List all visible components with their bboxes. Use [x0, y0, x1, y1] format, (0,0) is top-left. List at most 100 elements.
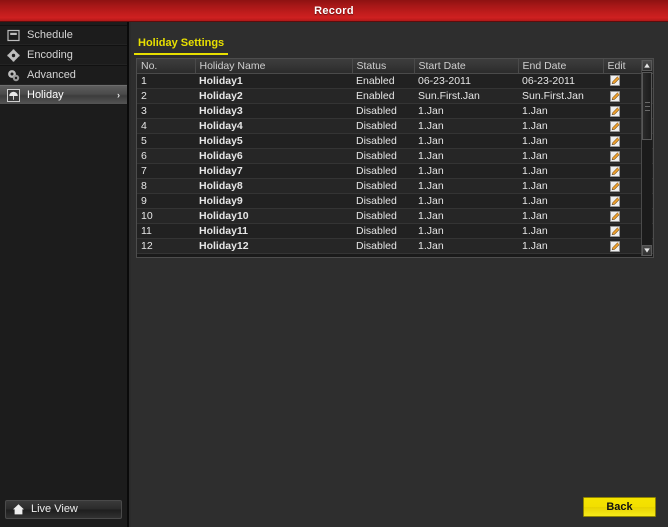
back-button[interactable]: Back [583, 497, 656, 517]
chevron-right-icon: › [117, 90, 120, 100]
sidebar-item-schedule[interactable]: Schedule [0, 25, 127, 45]
sidebar-item-label: Advanced [27, 68, 76, 81]
cell-holiday-name: Holiday11 [195, 223, 352, 239]
sidebar-item-advanced[interactable]: Advanced [0, 65, 127, 85]
umbrella-icon [6, 88, 20, 102]
cell-no: 6 [137, 148, 195, 164]
table-header-area: No. Holiday Name Status Start Date End D… [137, 59, 653, 74]
cell-end-date: 1.Jan [518, 163, 603, 179]
cell-status: Enabled [352, 73, 414, 89]
tab-bar: Holiday Settings [134, 37, 229, 55]
cell-status: Disabled [352, 133, 414, 149]
window-title: Record [314, 4, 354, 17]
cell-end-date: 1.Jan [518, 208, 603, 224]
table-body-table: 1 Holiday1 Enabled 06-23-2011 06-23-2011 2 Hol… [137, 73, 653, 254]
table-row[interactable]: 12 Holiday12 Disabled 1.Jan 1.Jan [137, 238, 653, 254]
cell-no: 1 [137, 73, 195, 89]
column-header-no[interactable]: No. [137, 59, 196, 74]
cell-status: Disabled [352, 103, 414, 119]
gears-icon [6, 68, 20, 82]
table-row[interactable]: 9 Holiday9 Disabled 1.Jan 1.Jan [137, 193, 653, 209]
holiday-table: No. Holiday Name Status Start Date End D… [136, 58, 654, 258]
table-row[interactable]: 3 Holiday3 Disabled 1.Jan 1.Jan [137, 103, 653, 119]
table-row[interactable]: 1 Holiday1 Enabled 06-23-2011 06-23-2011 [137, 73, 653, 89]
scroll-up-button[interactable] [642, 60, 652, 71]
cell-start-date: 1.Jan [414, 223, 518, 239]
cell-no: 3 [137, 103, 195, 119]
cell-status: Disabled [352, 238, 414, 254]
cell-holiday-name: Holiday4 [195, 118, 352, 134]
cell-end-date: 1.Jan [518, 223, 603, 239]
cell-end-date: 1.Jan [518, 118, 603, 134]
live-view-label: Live View [31, 503, 78, 515]
cell-start-date: 1.Jan [414, 238, 518, 254]
table-row[interactable]: 6 Holiday6 Disabled 1.Jan 1.Jan [137, 148, 653, 164]
table-row[interactable]: 11 Holiday11 Disabled 1.Jan 1.Jan [137, 223, 653, 239]
cell-start-date: 1.Jan [414, 148, 518, 164]
cell-no: 9 [137, 193, 195, 209]
window-title-bar: Record [0, 0, 668, 22]
cell-start-date: 1.Jan [414, 163, 518, 179]
cell-status: Disabled [352, 223, 414, 239]
cell-end-date: 1.Jan [518, 238, 603, 254]
column-header-start[interactable]: Start Date [414, 59, 519, 74]
cell-start-date: Sun.First.Jan [414, 88, 518, 104]
column-header-status[interactable]: Status [352, 59, 415, 74]
cell-holiday-name: Holiday7 [195, 163, 352, 179]
caret-up-icon [644, 63, 650, 68]
home-icon [11, 503, 25, 517]
cell-holiday-name: Holiday9 [195, 193, 352, 209]
cell-start-date: 1.Jan [414, 118, 518, 134]
cell-no: 12 [137, 238, 195, 254]
column-header-end[interactable]: End Date [518, 59, 604, 74]
cell-no: 8 [137, 178, 195, 194]
sidebar-item-encoding[interactable]: Encoding [0, 45, 127, 65]
cell-status: Disabled [352, 208, 414, 224]
cell-no: 11 [137, 223, 195, 239]
sidebar-nav-list: Schedule Encoding Advanced Holiday › [0, 25, 127, 105]
cell-no: 10 [137, 208, 195, 224]
cell-holiday-name: Holiday5 [195, 133, 352, 149]
table-row[interactable]: 10 Holiday10 Disabled 1.Jan 1.Jan [137, 208, 653, 224]
scroll-down-button[interactable] [642, 245, 652, 256]
table-vertical-scrollbar[interactable] [641, 60, 652, 256]
scrollbar-grip [644, 109, 650, 111]
sidebar-item-label: Encoding [27, 48, 73, 61]
cell-holiday-name: Holiday12 [195, 238, 352, 254]
schedule-icon [6, 28, 20, 42]
cell-start-date: 06-23-2011 [414, 73, 518, 89]
cell-holiday-name: Holiday2 [195, 88, 352, 104]
cell-no: 5 [137, 133, 195, 149]
sidebar-item-holiday[interactable]: Holiday › [0, 85, 127, 105]
gear-icon [6, 48, 20, 62]
table-row[interactable]: 8 Holiday8 Disabled 1.Jan 1.Jan [137, 178, 653, 194]
cell-holiday-name: Holiday10 [195, 208, 352, 224]
table-row[interactable]: 5 Holiday5 Disabled 1.Jan 1.Jan [137, 133, 653, 149]
scrollbar-thumb[interactable] [642, 72, 652, 140]
sidebar-item-label: Schedule [27, 28, 73, 41]
cell-end-date: 1.Jan [518, 133, 603, 149]
table-body: 1 Holiday1 Enabled 06-23-2011 06-23-2011 2 Hol… [137, 73, 653, 254]
table-row[interactable]: 2 Holiday2 Enabled Sun.First.Jan Sun.First.J… [137, 88, 653, 104]
scrollbar-grip [644, 105, 650, 107]
cell-holiday-name: Holiday3 [195, 103, 352, 119]
column-header-name[interactable]: Holiday Name [195, 59, 353, 74]
cell-end-date: 06-23-2011 [518, 73, 603, 89]
live-view-button[interactable]: Live View [5, 500, 122, 519]
tab-holiday-settings[interactable]: Holiday Settings [134, 37, 229, 55]
content-panel: Holiday Settings No. Holiday Name Status… [131, 22, 668, 527]
cell-start-date: 1.Jan [414, 193, 518, 209]
cell-status: Disabled [352, 148, 414, 164]
scrollbar-grip [644, 101, 650, 103]
scrollbar-track[interactable] [642, 71, 652, 245]
cell-status: Disabled [352, 118, 414, 134]
cell-status: Disabled [352, 193, 414, 209]
cell-end-date: 1.Jan [518, 193, 603, 209]
table-row[interactable]: 4 Holiday4 Disabled 1.Jan 1.Jan [137, 118, 653, 134]
cell-status: Enabled [352, 88, 414, 104]
cell-end-date: 1.Jan [518, 103, 603, 119]
cell-start-date: 1.Jan [414, 103, 518, 119]
cell-holiday-name: Holiday8 [195, 178, 352, 194]
cell-start-date: 1.Jan [414, 178, 518, 194]
table-row[interactable]: 7 Holiday7 Disabled 1.Jan 1.Jan [137, 163, 653, 179]
